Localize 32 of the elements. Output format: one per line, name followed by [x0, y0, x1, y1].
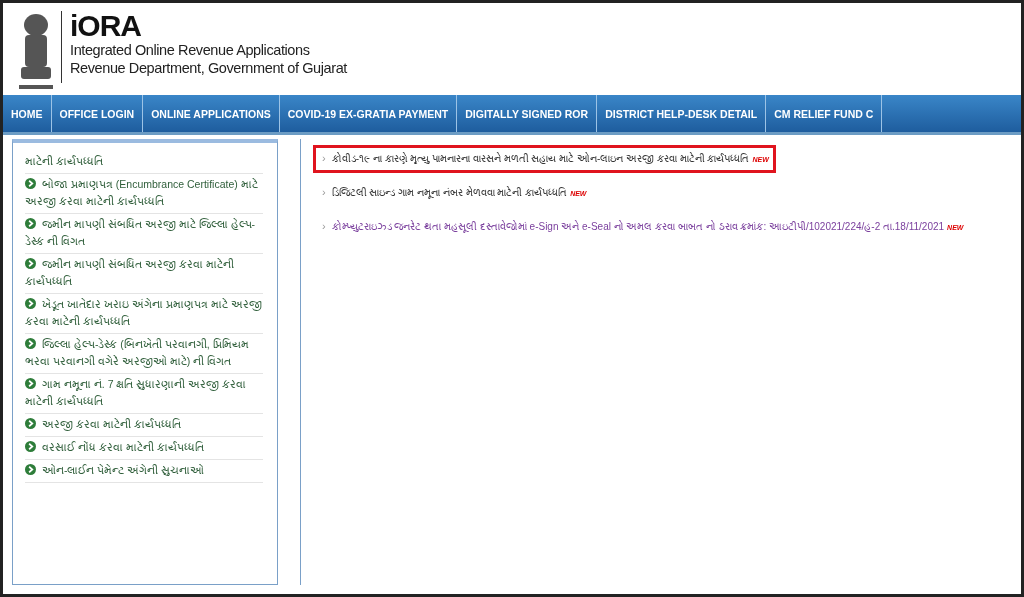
sidebar-link[interactable]: માટેની કાર્યપધ્ધતિ [25, 151, 263, 174]
arrow-circle-icon [25, 298, 36, 309]
arrow-circle-icon [25, 441, 36, 452]
nav-link[interactable]: COVID-19 EX-GRATIA PAYMENT [279, 95, 458, 132]
nav-link[interactable]: CM RELIEF FUND C [766, 95, 883, 132]
sidebar-link[interactable]: ગામ નમૂના નં. 7 ક્ષતિ સુધારણાની અરજી કરવા માટેની કાર્યપધ્ધતિ [25, 374, 263, 414]
chevron-marker: › [322, 220, 326, 232]
nav-link[interactable]: DIGITALLY SIGNED ROR [457, 95, 598, 132]
arrow-circle-icon [25, 378, 36, 389]
arrow-circle-icon [25, 418, 36, 429]
nav-link[interactable]: ONLINE APPLICATIONS [143, 95, 280, 132]
arrow-circle-icon [25, 178, 36, 189]
sidebar-link[interactable]: જિલ્લા હેલ્પ-ડેસ્ક (બિનખેતી પરવાનગી, પ્રિમિયમ ભરવા પરવાનગી વગેરે અરજીઓ માટે) ની વિગત [25, 334, 263, 374]
chevron-marker: › [322, 152, 326, 164]
nav-link[interactable]: HOME [3, 95, 52, 132]
nav-link[interactable]: OFFICE LOGIN [51, 95, 144, 132]
sidebar-link[interactable]: બોજા પ્રમાણપત્ર (Encumbrance Certificate) માટે અરજી કરવા માટેની કાર્યપધ્ધતિ [25, 174, 263, 214]
sidebar-link[interactable]: વરસાઈ નોંધ કરવા માટેની કાર્યપધ્ધતિ [25, 437, 263, 460]
site-title: iORA [70, 11, 142, 41]
arrow-circle-icon [25, 218, 36, 229]
sidebar-link[interactable]: ખેડૂત ખાતેદાર ખરાઇ અંગેના પ્રમાણપત્ર માટે અરજી કરવા માટેની કાર્યપધ્ધતિ [25, 294, 263, 334]
sidebar-link[interactable]: જમીન માપણી સંબધિત અરજી કરવા માટેની કાર્યપધ્ધતિ [25, 254, 263, 294]
sidebar-link[interactable]: ઓન-લાઈન પેમેન્ટ અંગેની સુચનાઓ [25, 460, 263, 483]
chevron-marker: › [322, 186, 326, 198]
nav-link[interactable]: DISTRICT HELP-DESK DETAIL [597, 95, 767, 132]
sidebar-link[interactable]: જમીન માપણી સંબધિત અરજી માટે જિલ્લા હેલ્પ-ડેસ્ક ની વિગત [25, 214, 263, 254]
arrow-circle-icon [25, 258, 36, 269]
arrow-circle-icon [25, 338, 36, 349]
sidebar-link[interactable]: અરજી કરવા માટેની કાર્યપધ્ધતિ [25, 414, 263, 437]
arrow-circle-icon [25, 464, 36, 475]
site-subtitle: Integrated Online Revenue Applications [70, 41, 311, 59]
department-name: Revenue Department, Government of Gujarat [70, 59, 347, 77]
